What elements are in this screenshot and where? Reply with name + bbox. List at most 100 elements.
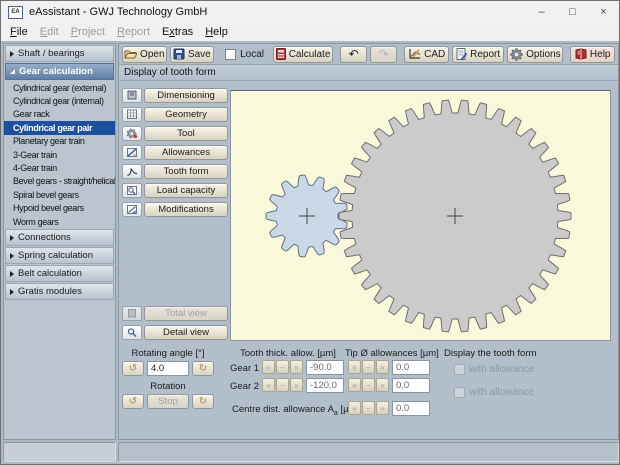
save-button[interactable]: Save — [170, 46, 215, 63]
rotate-cw-icon: ↻ — [199, 396, 207, 407]
sidebar-item-worm-gears[interactable]: Worm gears — [4, 215, 115, 228]
minimize-button[interactable]: – — [526, 1, 557, 23]
undo-button[interactable]: ↶ — [340, 46, 367, 63]
collapsed-arrow-icon — [10, 253, 14, 259]
local-checkbox[interactable] — [225, 49, 236, 60]
detail-view-magnifier-icon[interactable] — [122, 325, 142, 340]
tip1-spinner: « − » — [348, 360, 389, 374]
geometry-grid-icon[interactable] — [122, 107, 142, 122]
sidebar-item-3-gear-train[interactable]: 3-Gear train — [4, 148, 115, 161]
gear1-label: Gear 1 — [230, 363, 259, 374]
maximize-button[interactable]: □ — [557, 1, 588, 23]
undo-icon: ↶ — [349, 48, 359, 60]
menu-file[interactable]: File — [4, 25, 34, 39]
section-title: Display of tooth form — [124, 67, 216, 78]
gear1-thickness-input[interactable]: -90.0 — [306, 360, 344, 375]
sidebar-section-gear-calculation[interactable]: Gear calculation — [5, 63, 114, 80]
local-checkbox-group[interactable]: Local — [225, 49, 264, 60]
open-button[interactable]: Open — [122, 46, 167, 63]
collapsed-arrow-icon — [10, 235, 14, 241]
reset-icon[interactable]: − — [362, 360, 375, 374]
reset-icon[interactable]: − — [362, 401, 375, 415]
sidebar-section-connections[interactable]: Connections — [5, 229, 114, 246]
detail-view-button[interactable]: Detail view — [144, 325, 228, 340]
sidebar-section-gratis-modules[interactable]: Gratis modules — [5, 283, 114, 300]
collapsed-arrow-icon — [10, 51, 14, 57]
calculate-button[interactable]: Calculate — [273, 46, 333, 63]
sidebar-section-spring-calculation[interactable]: Spring calculation — [5, 247, 114, 264]
cad-icon — [408, 48, 421, 60]
tooth-form-curve-icon[interactable] — [122, 164, 142, 179]
decrease-fast-icon[interactable]: « — [262, 378, 275, 392]
sidebar-item-hypoid-bevel-gears[interactable]: Hypoid bevel gears — [4, 202, 115, 215]
decrease-fast-icon[interactable]: « — [348, 401, 361, 415]
app-icon: EA — [8, 6, 23, 19]
with-allowance-checkbox-2-group: with allowance — [454, 387, 534, 398]
menu-extras[interactable]: Extras — [156, 25, 199, 39]
dimensioning-icon[interactable] — [122, 88, 142, 103]
rotation-ccw-button[interactable]: ↺ — [122, 394, 144, 409]
gear2-thickness-input[interactable]: -120.0 — [306, 378, 344, 393]
sidebar-item-cylindrical-gear-pair[interactable]: Cylindrical gear pair — [4, 121, 115, 134]
display-tooth-form-label: Display the tooth form — [444, 348, 536, 359]
load-capacity-icon[interactable] — [122, 183, 142, 198]
decrease-fast-icon[interactable]: « — [348, 360, 361, 374]
dimensioning-button[interactable]: Dimensioning — [144, 88, 228, 103]
sidebar-item-4-gear-train[interactable]: 4-Gear train — [4, 161, 115, 174]
help-button[interactable]: Help — [570, 46, 615, 63]
sidebar-item-cylindrical-gear-external[interactable]: Cylindrical gear (external) — [4, 81, 115, 94]
tip1-input[interactable]: 0.0 — [392, 360, 430, 375]
modifications-button[interactable]: Modifications — [144, 202, 228, 217]
options-button[interactable]: Options — [507, 46, 563, 63]
geometry-button[interactable]: Geometry — [144, 107, 228, 122]
rotate-ccw-icon: ↺ — [129, 396, 137, 407]
app-window: EA eAssistant - GWJ Technology GmbH – □ … — [0, 0, 620, 465]
report-button[interactable]: Report — [452, 46, 504, 63]
report-document-icon — [456, 48, 467, 60]
modifications-icon[interactable] — [122, 202, 142, 217]
gear2-thickness-spinner: « − » — [262, 378, 303, 392]
rotate-ccw-button[interactable]: ↺ — [122, 361, 144, 376]
reset-icon[interactable]: − — [362, 378, 375, 392]
tool-gear-icon[interactable] — [122, 126, 142, 141]
sidebar-item-cylindrical-gear-internal[interactable]: Cylindrical gear (internal) — [4, 94, 115, 107]
sidebar-item-planetary-gear-train[interactable]: Planetary gear train — [4, 135, 115, 148]
save-floppy-icon — [173, 48, 185, 60]
main-panel: Open Save Local Calculate ↶ ↷ CA — [118, 43, 619, 440]
increase-fast-icon[interactable]: » — [290, 378, 303, 392]
decrease-fast-icon[interactable]: « — [348, 378, 361, 392]
sidebar-item-gear-rack[interactable]: Gear rack — [4, 108, 115, 121]
bottom-controls: Rotating angle [°] ↺ 4.0 ↻ Rotation ↺ St… — [120, 344, 617, 438]
centre-distance-input[interactable]: 0.0 — [392, 401, 430, 416]
status-bar-right — [118, 442, 619, 462]
menu-help[interactable]: Help — [199, 25, 234, 39]
tool-button[interactable]: Tool — [144, 126, 228, 141]
reset-icon[interactable]: − — [276, 360, 289, 374]
rotation-cw-button[interactable]: ↻ — [192, 394, 214, 409]
tooth-form-button[interactable]: Tooth form — [144, 164, 228, 179]
sidebar-item-bevel-gears[interactable]: Bevel gears - straight/helical — [4, 175, 115, 188]
increase-fast-icon[interactable]: » — [290, 360, 303, 374]
menu-project: Project — [65, 25, 111, 39]
allowances-button[interactable]: Allowances — [144, 145, 228, 160]
rotating-angle-input[interactable]: 4.0 — [147, 361, 189, 376]
rotation-stop-button: Stop — [147, 394, 189, 409]
tooth-form-canvas[interactable] — [230, 90, 611, 341]
increase-fast-icon[interactable]: » — [376, 378, 389, 392]
sidebar-section-shaft-bearings[interactable]: Shaft / bearings — [5, 45, 114, 62]
increase-fast-icon[interactable]: » — [376, 360, 389, 374]
rotate-cw-button[interactable]: ↻ — [192, 361, 214, 376]
gear-drawing — [231, 91, 610, 340]
cad-button[interactable]: CAD — [404, 46, 449, 63]
window-title: eAssistant - GWJ Technology GmbH — [29, 6, 207, 18]
reset-icon[interactable]: − — [276, 378, 289, 392]
increase-fast-icon[interactable]: » — [376, 401, 389, 415]
centre-distance-label: Centre dist. allowance Aa [µm] — [232, 404, 359, 417]
sidebar-section-belt-calculation[interactable]: Belt calculation — [5, 265, 114, 282]
decrease-fast-icon[interactable]: « — [262, 360, 275, 374]
tip2-input[interactable]: 0.0 — [392, 378, 430, 393]
load-capacity-button[interactable]: Load capacity — [144, 183, 228, 198]
close-button[interactable]: × — [588, 1, 619, 23]
allowances-icon[interactable] — [122, 145, 142, 160]
sidebar-item-spiral-bevel-gears[interactable]: Spiral bevel gears — [4, 188, 115, 201]
